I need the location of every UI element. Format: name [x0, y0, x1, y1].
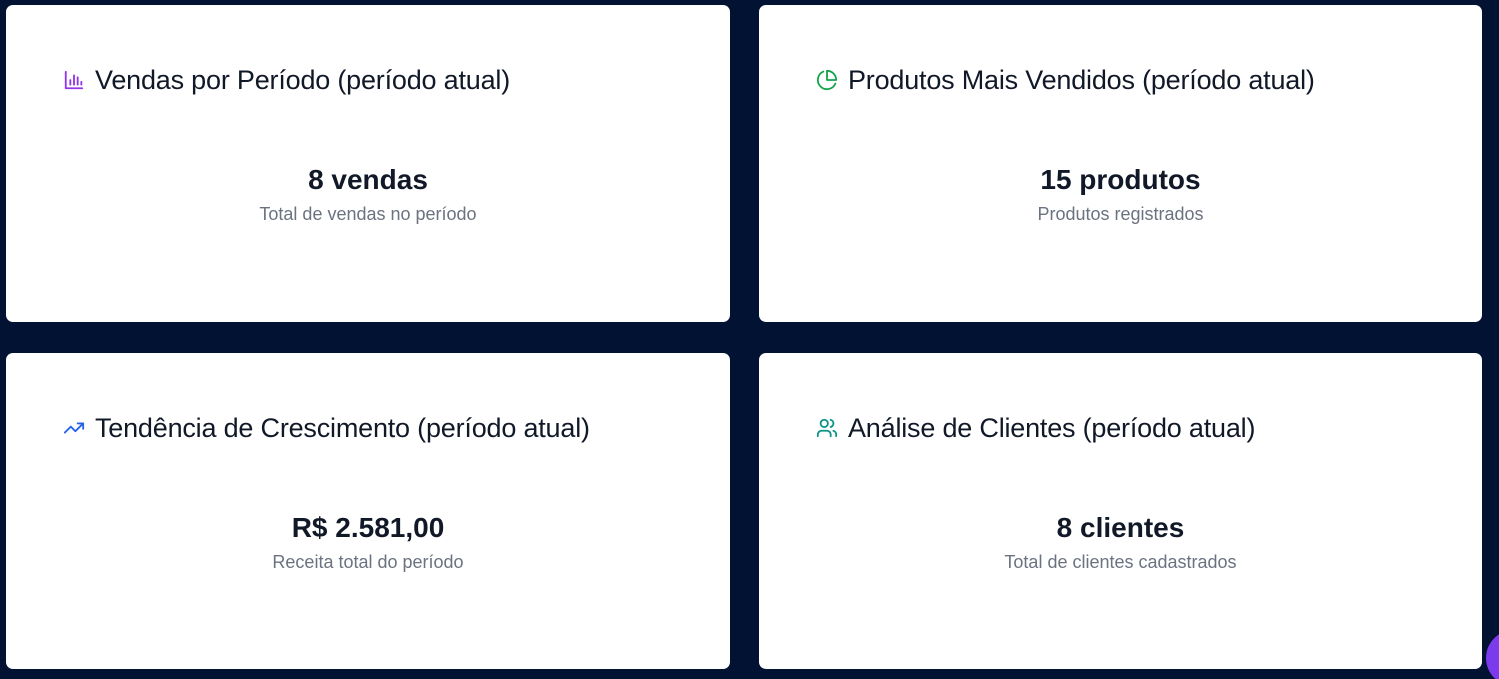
card-title: Análise de Clientes (período atual) [848, 412, 1256, 443]
card-customer-analysis: Análise de Clientes (período atual) 8 cl… [759, 353, 1482, 669]
bar-chart-icon [63, 69, 85, 91]
card-title: Tendência de Crescimento (período atual) [95, 412, 590, 443]
metric-description: Total de vendas no período [259, 204, 477, 224]
dashboard-stats-grid: Vendas por Período (período atual) 8 ven… [0, 0, 1499, 679]
card-header: Produtos Mais Vendidos (período atual) [816, 63, 1315, 97]
metric-description: Produtos registrados [1037, 204, 1204, 224]
users-icon [816, 417, 838, 439]
metric-value: 8 clientes [1056, 512, 1185, 543]
card-header: Tendência de Crescimento (período atual) [63, 411, 590, 445]
floating-action-button[interactable] [1486, 630, 1499, 679]
card-top-products: Produtos Mais Vendidos (período atual) 1… [759, 5, 1482, 322]
card-growth-trend: Tendência de Crescimento (período atual)… [6, 353, 730, 669]
metric-description: Total de clientes cadastrados [1004, 552, 1237, 572]
metric-value: 15 produtos [1040, 164, 1201, 195]
metric-description: Receita total do período [272, 552, 464, 572]
card-sales-by-period: Vendas por Período (período atual) 8 ven… [6, 5, 730, 322]
card-title: Vendas por Período (período atual) [95, 64, 510, 95]
trending-up-icon [63, 417, 85, 439]
metric-value: 8 vendas [308, 164, 428, 195]
card-title: Produtos Mais Vendidos (período atual) [848, 64, 1315, 95]
card-header: Vendas por Período (período atual) [63, 63, 510, 97]
metric-value: R$ 2.581,00 [291, 512, 445, 543]
pie-chart-icon [816, 69, 838, 91]
card-header: Análise de Clientes (período atual) [816, 411, 1255, 445]
